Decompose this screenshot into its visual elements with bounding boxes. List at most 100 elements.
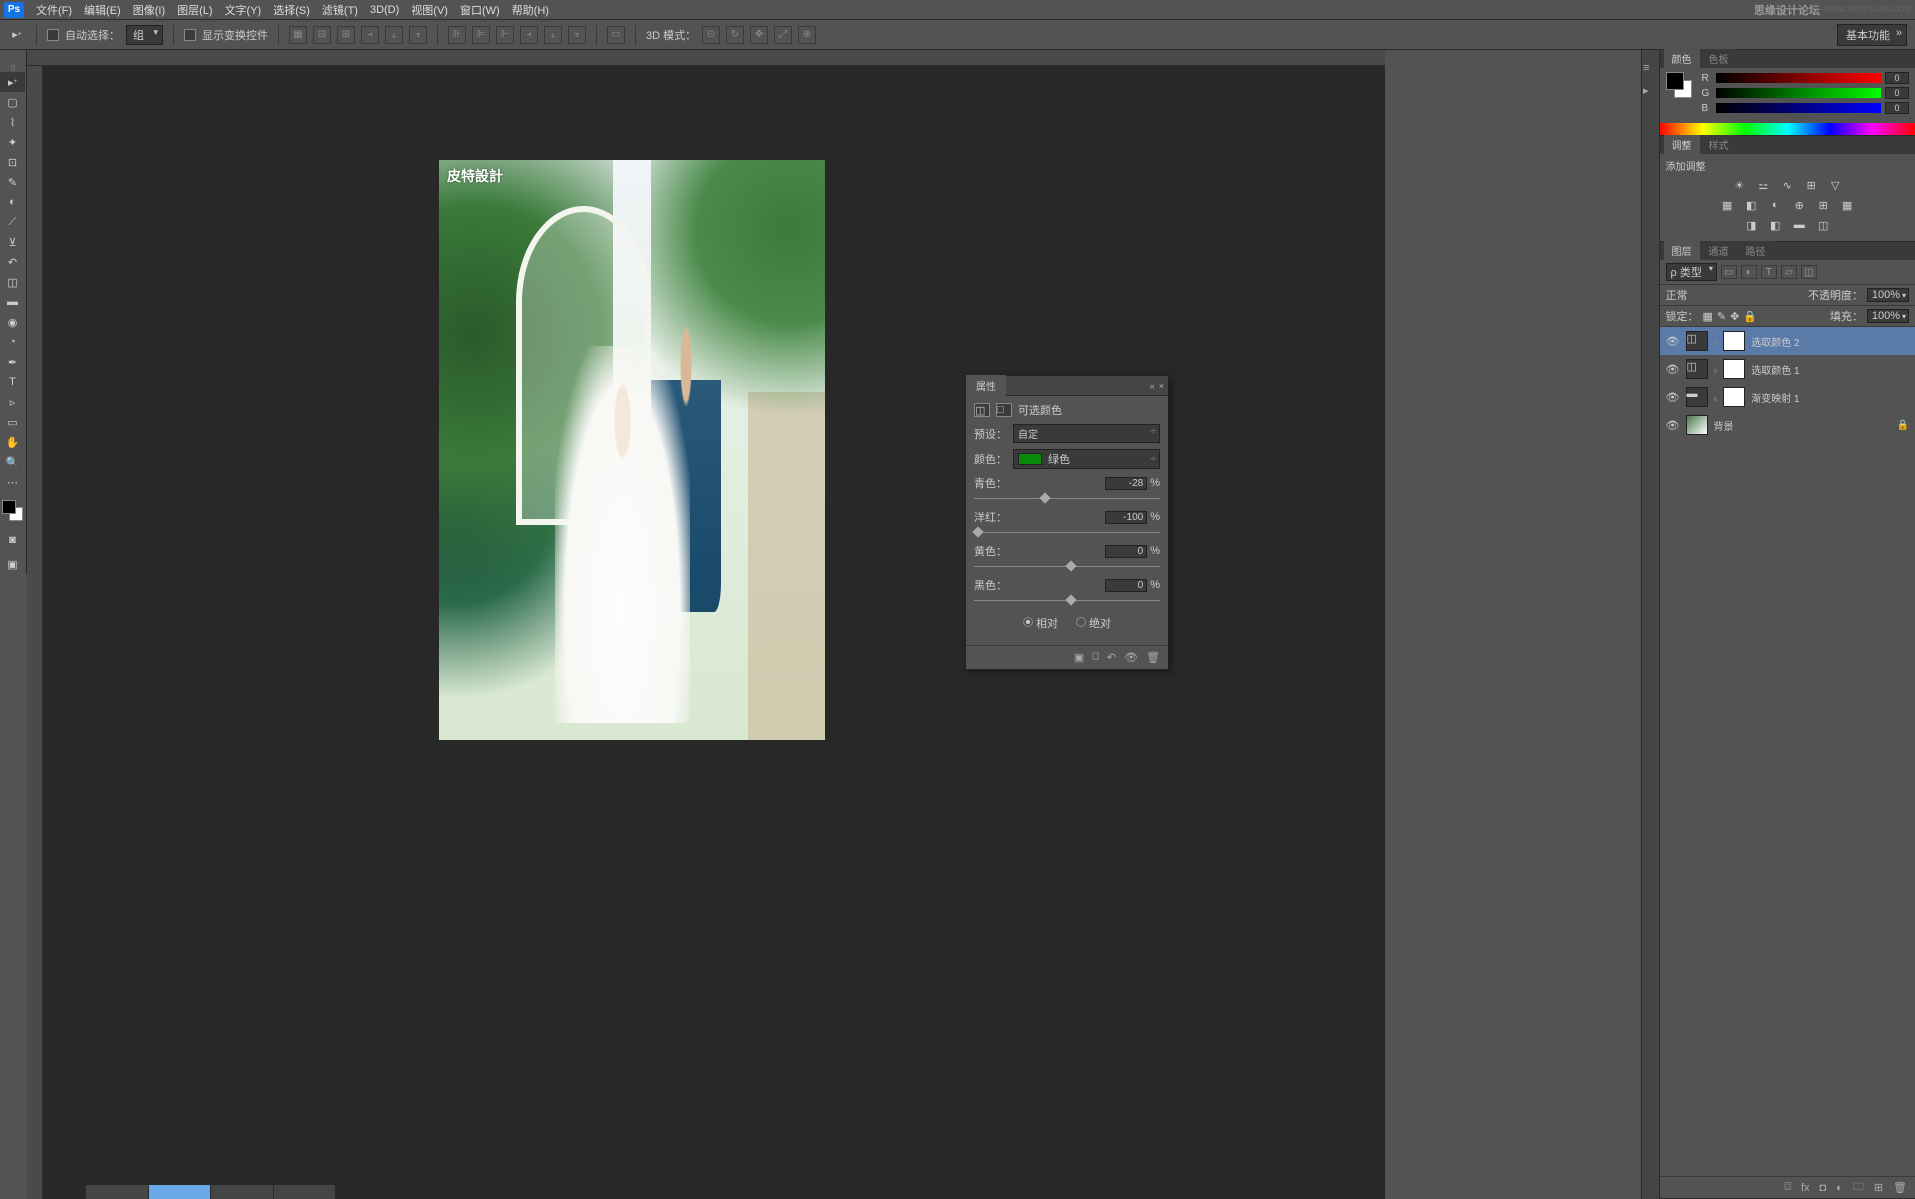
curves-icon[interactable]: ∿ (1778, 177, 1796, 193)
blur-tool[interactable]: ◉ (0, 312, 25, 332)
spectrum-strip[interactable] (1660, 123, 1915, 135)
magenta-value[interactable]: -100 (1105, 511, 1147, 524)
cyan-value[interactable]: -28 (1105, 477, 1147, 490)
opacity-value[interactable]: 100% (1867, 288, 1909, 302)
healing-brush-tool[interactable]: ◐ (0, 192, 25, 212)
mode3d-icon[interactable]: ↻ (726, 26, 744, 44)
auto-select-checkbox[interactable] (47, 29, 59, 41)
filter-type-icon[interactable]: T (1761, 265, 1777, 279)
cyan-slider[interactable] (974, 493, 1160, 505)
lock-all-icon[interactable]: 🔒 (1743, 310, 1757, 323)
menu-window[interactable]: 窗口(W) (454, 0, 506, 20)
lock-pixels-icon[interactable]: ✎ (1717, 310, 1726, 323)
delete-layer-icon[interactable]: 🗑 (1893, 1181, 1907, 1194)
distribute-icon[interactable]: ⊪ (448, 26, 466, 44)
align-icon[interactable]: ⊟ (313, 26, 331, 44)
layer-row[interactable]: 👁 背景 🔒 (1660, 411, 1915, 439)
layer-thumbnail[interactable] (1686, 415, 1708, 435)
rectangle-tool[interactable]: ▭ (0, 412, 25, 432)
add-mask-icon[interactable]: ◘ (1820, 1182, 1827, 1194)
eraser-tool[interactable]: ◫ (0, 272, 25, 292)
eyedropper-tool[interactable]: ✎ (0, 172, 25, 192)
black-slider[interactable] (974, 595, 1160, 607)
align-icon[interactable]: ⊞ (337, 26, 355, 44)
styles-tab[interactable]: 样式 (1701, 135, 1737, 154)
menu-view[interactable]: 视图(V) (405, 0, 454, 20)
layer-row[interactable]: 👁 ▬ ₈ 渐变映射 1 (1660, 383, 1915, 411)
new-adjustment-icon[interactable]: ◐ (1836, 1182, 1843, 1194)
screenmode-icon[interactable]: ▣ (0, 554, 25, 574)
brightness-icon[interactable]: ☀ (1730, 177, 1748, 193)
dodge-tool[interactable]: ◔ (0, 332, 25, 352)
delete-icon[interactable]: 🗑 (1146, 651, 1160, 664)
brush-tool[interactable]: ⟋ (0, 212, 25, 232)
fill-value[interactable]: 100% (1867, 309, 1909, 323)
crop-tool[interactable]: ⊡ (0, 152, 25, 172)
edit-toolbar[interactable]: ⋯ (0, 472, 25, 492)
layer-name[interactable]: 背景 (1714, 418, 1734, 433)
panel-grip-icon[interactable]: ⠿ (0, 64, 26, 72)
visibility-toggle-icon[interactable]: 👁 (1666, 363, 1680, 376)
actions-dock-icon[interactable]: ▸ (1643, 84, 1657, 98)
photofilter-icon[interactable]: ◐ (1766, 197, 1784, 213)
gradmap-icon[interactable]: ▬ (1790, 217, 1808, 233)
layer-mask-thumbnail[interactable] (1723, 359, 1745, 379)
g-slider[interactable] (1716, 88, 1882, 98)
layer-mask-thumbnail[interactable] (1723, 387, 1745, 407)
swatches-tab[interactable]: 色板 (1701, 49, 1737, 68)
r-value[interactable]: 0 (1885, 72, 1909, 84)
properties-tab[interactable]: 属性 (966, 375, 1006, 396)
r-slider[interactable] (1716, 73, 1882, 83)
new-layer-icon[interactable]: ⊞ (1874, 1181, 1883, 1194)
menu-filter[interactable]: 滤镜(T) (316, 0, 364, 20)
threshold-icon[interactable]: ◧ (1766, 217, 1784, 233)
levels-icon[interactable]: ⚍ (1754, 177, 1772, 193)
invert-icon[interactable]: ▦ (1838, 197, 1856, 213)
channels-tab[interactable]: 通道 (1701, 241, 1737, 260)
close-icon[interactable]: × (1159, 381, 1164, 391)
colorlookup-icon[interactable]: ⊞ (1814, 197, 1832, 213)
align-icon[interactable]: ⫠ (385, 26, 403, 44)
b-value[interactable]: 0 (1885, 102, 1909, 114)
mode3d-icon[interactable]: ⊙ (702, 26, 720, 44)
layer-row[interactable]: 👁 ◫ ₈ 选取颜色 2 (1660, 327, 1915, 355)
pen-tool[interactable]: ✒ (0, 352, 25, 372)
clone-stamp-tool[interactable]: ⊻ (0, 232, 25, 252)
layers-tab[interactable]: 图层 (1664, 241, 1700, 260)
layer-name[interactable]: 选取颜色 1 (1751, 362, 1799, 377)
show-transform-checkbox[interactable] (184, 29, 196, 41)
auto-select-dropdown[interactable]: 组 (126, 25, 163, 45)
zoom-tool[interactable]: 🔍 (0, 452, 25, 472)
filter-smart-icon[interactable]: ◫ (1801, 265, 1817, 279)
mode3d-icon[interactable]: ⊕ (798, 26, 816, 44)
filter-shape-icon[interactable]: ▱ (1781, 265, 1797, 279)
quickmask-icon[interactable]: ◙ (0, 530, 25, 550)
color-dropdown[interactable]: 绿色 (1013, 449, 1160, 469)
menu-select[interactable]: 选择(S) (267, 0, 316, 20)
vibrance-icon[interactable]: ▽ (1826, 177, 1844, 193)
menu-type[interactable]: 文字(Y) (219, 0, 268, 20)
absolute-radio[interactable]: 绝对 (1076, 615, 1111, 631)
yellow-slider[interactable] (974, 561, 1160, 573)
color-tab[interactable]: 颜色 (1664, 49, 1700, 68)
preset-dropdown[interactable]: 自定 (1013, 424, 1160, 443)
b-slider[interactable] (1716, 103, 1882, 113)
layer-name[interactable]: 选取颜色 2 (1751, 334, 1799, 349)
channelmix-icon[interactable]: ⊕ (1790, 197, 1808, 213)
new-group-icon[interactable]: 🗀 (1853, 1178, 1864, 1197)
history-brush-tool[interactable]: ↶ (0, 252, 25, 272)
bw-icon[interactable]: ◧ (1742, 197, 1760, 213)
visibility-icon[interactable]: 👁 (1124, 651, 1138, 664)
black-value[interactable]: 0 (1105, 579, 1147, 592)
reset-icon[interactable]: ↶ (1107, 651, 1116, 664)
filter-pixel-icon[interactable]: ▭ (1721, 265, 1737, 279)
history-dock-icon[interactable]: ≡ (1643, 62, 1657, 76)
exposure-icon[interactable]: ⊞ (1802, 177, 1820, 193)
document-canvas[interactable]: 皮特設計 (439, 160, 825, 740)
document-tab-bar[interactable] (86, 1185, 336, 1199)
blend-mode-dropdown[interactable]: 正常 (1666, 287, 1728, 303)
menu-layer[interactable]: 图层(L) (171, 0, 218, 20)
selective-icon[interactable]: ◫ (1814, 217, 1832, 233)
distribute-icon[interactable]: ⊩ (496, 26, 514, 44)
collapse-icon[interactable]: « (1150, 381, 1155, 391)
